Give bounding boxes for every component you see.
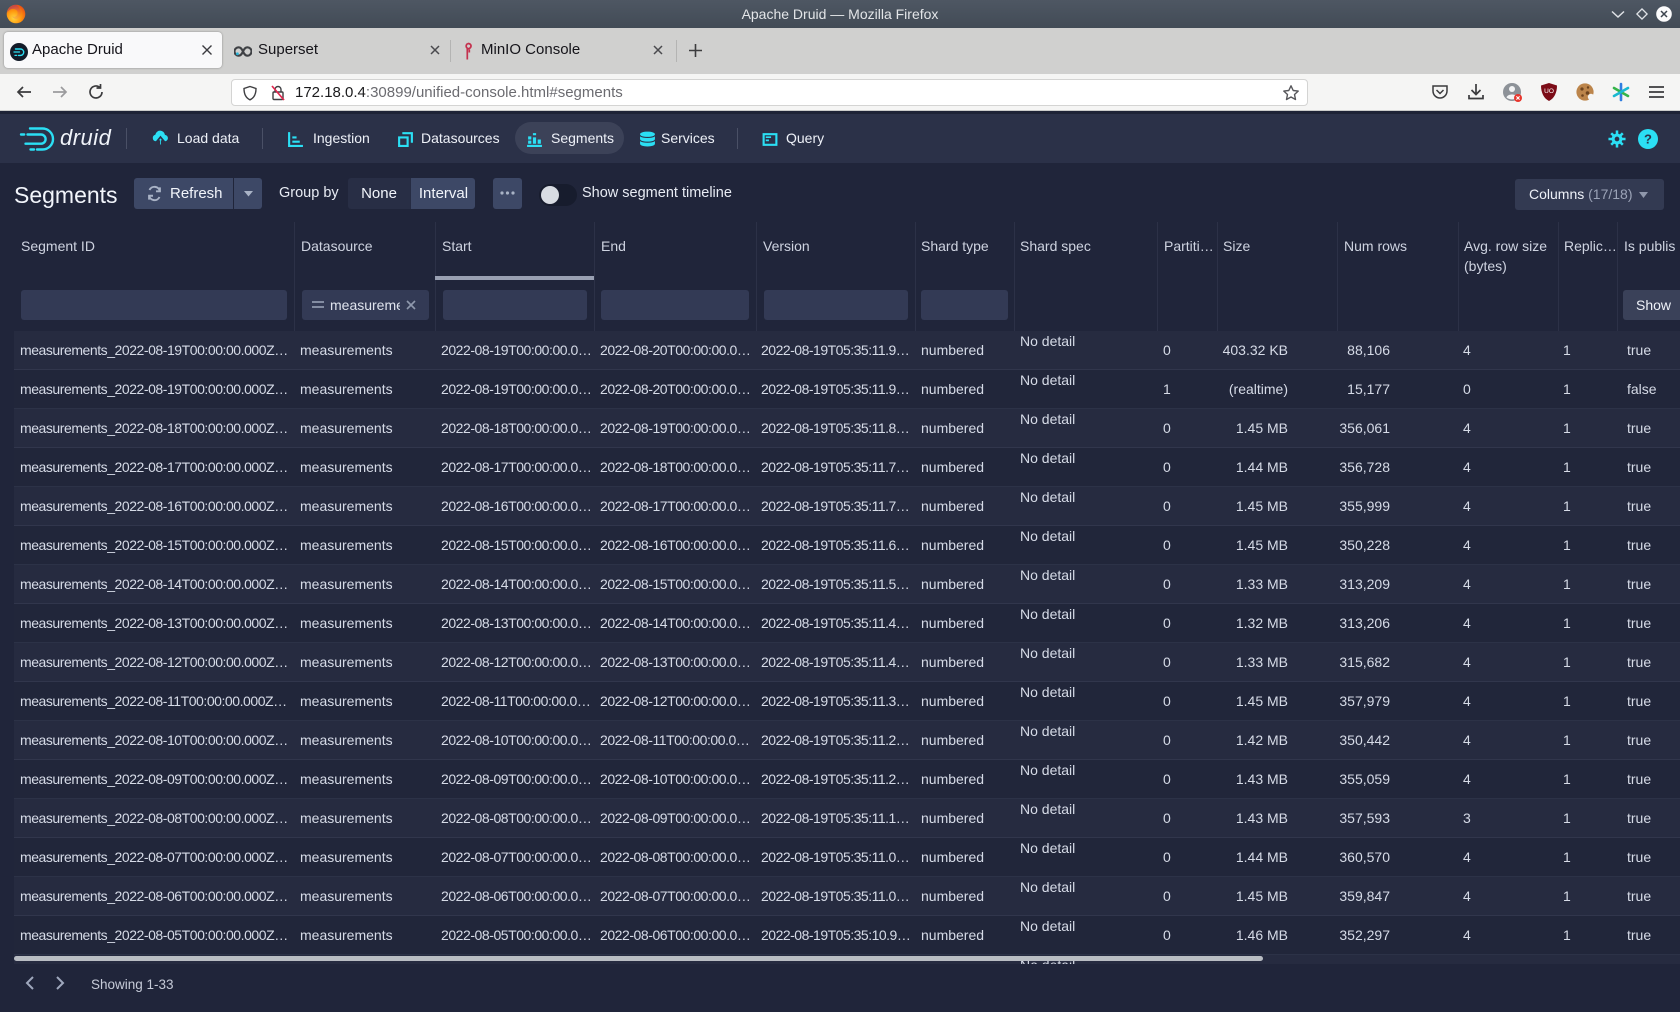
svg-text:?: ? [1644, 132, 1652, 147]
svg-text:UO: UO [1544, 88, 1554, 95]
